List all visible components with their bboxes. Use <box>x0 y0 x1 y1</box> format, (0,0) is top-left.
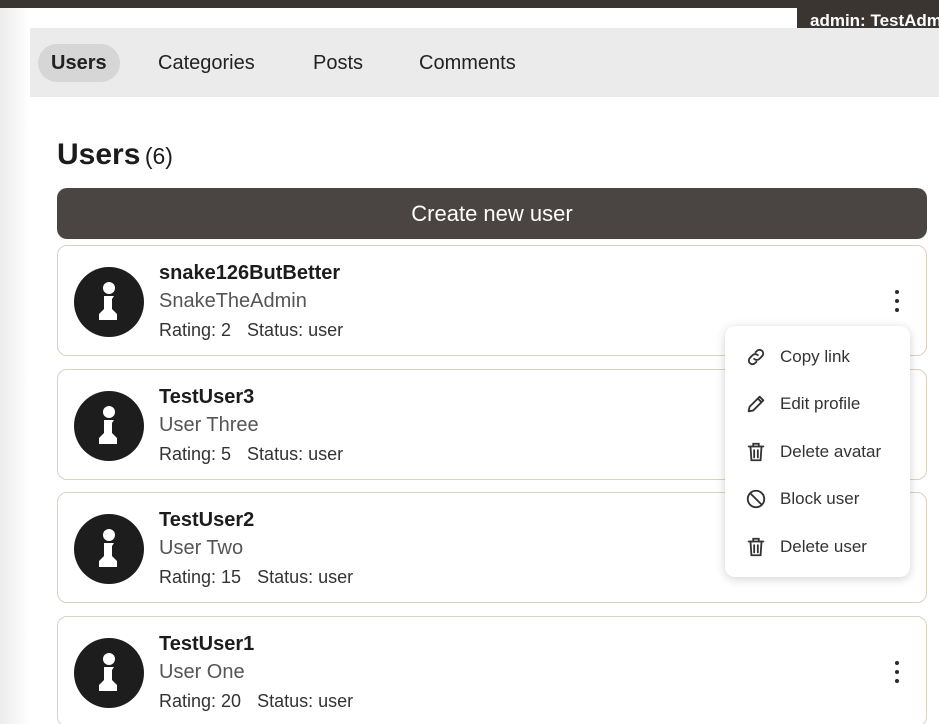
menu-item-delete-user[interactable]: Delete user <box>725 525 910 569</box>
trash-icon <box>747 537 765 557</box>
display-name: User Three <box>159 414 259 436</box>
rating: Rating: 2 <box>159 320 232 340</box>
user-card[interactable]: TestUser1 User One Rating: 20 Status: use… <box>57 616 927 724</box>
create-user-button[interactable]: Create new user <box>57 188 927 239</box>
rating: Rating: 20 <box>159 691 242 711</box>
tab-comments[interactable]: Comments <box>406 44 529 82</box>
tab-posts[interactable]: Posts <box>300 44 376 82</box>
pawn-icon <box>99 529 117 567</box>
menu-item-block-user[interactable]: Block user <box>725 477 910 521</box>
display-name: User One <box>159 661 245 683</box>
menu-item-copy-link[interactable]: Copy link <box>725 335 910 379</box>
user-meta: Rating: 5 Status: user <box>159 444 343 465</box>
more-options-icon[interactable] <box>884 286 910 316</box>
user-context-menu: Copy link Edit profile Delete avatar Blo… <box>725 326 910 577</box>
block-icon <box>746 489 766 509</box>
user-meta: Rating: 15 Status: user <box>159 567 353 588</box>
rating: Rating: 5 <box>159 444 232 464</box>
status: Status: user <box>257 691 354 711</box>
menu-item-label: Delete avatar <box>780 442 882 461</box>
username[interactable]: TestUser2 <box>159 509 254 532</box>
top-bar <box>0 0 939 8</box>
menu-item-edit-profile[interactable]: Edit profile <box>725 382 910 426</box>
menu-item-label: Delete user <box>780 537 867 556</box>
rating: Rating: 15 <box>159 567 242 587</box>
status: Status: user <box>247 444 344 464</box>
username[interactable]: TestUser1 <box>159 633 254 656</box>
pencil-icon <box>747 395 765 413</box>
avatar <box>74 391 144 461</box>
menu-item-delete-avatar[interactable]: Delete avatar <box>725 430 910 474</box>
sidebar-shadow <box>0 8 30 724</box>
display-name: User Two <box>159 537 244 559</box>
pawn-icon <box>99 653 117 691</box>
link-icon <box>747 348 765 366</box>
menu-item-label: Block user <box>780 489 860 508</box>
status: Status: user <box>247 320 344 340</box>
menu-item-label: Edit profile <box>780 394 861 413</box>
menu-item-label: Copy link <box>780 347 850 366</box>
user-count: (6) <box>144 143 173 169</box>
page-title-text: Users <box>57 138 141 171</box>
status: Status: user <box>257 567 354 587</box>
avatar <box>74 267 144 337</box>
pawn-icon <box>99 406 117 444</box>
avatar <box>74 514 144 584</box>
tab-categories[interactable]: Categories <box>145 44 268 82</box>
page-title: Users (6) <box>57 138 173 172</box>
more-options-icon[interactable] <box>884 657 910 687</box>
tab-users[interactable]: Users <box>38 44 120 82</box>
avatar <box>74 638 144 708</box>
tab-bar: Users Categories Posts Comments <box>30 28 939 97</box>
user-meta: Rating: 2 Status: user <box>159 320 343 341</box>
user-meta: Rating: 20 Status: user <box>159 691 353 712</box>
username[interactable]: snake126ButBetter <box>159 262 340 285</box>
username[interactable]: TestUser3 <box>159 386 254 409</box>
display-name: SnakeTheAdmin <box>159 290 307 312</box>
trash-icon <box>747 442 765 462</box>
pawn-icon <box>99 282 117 320</box>
